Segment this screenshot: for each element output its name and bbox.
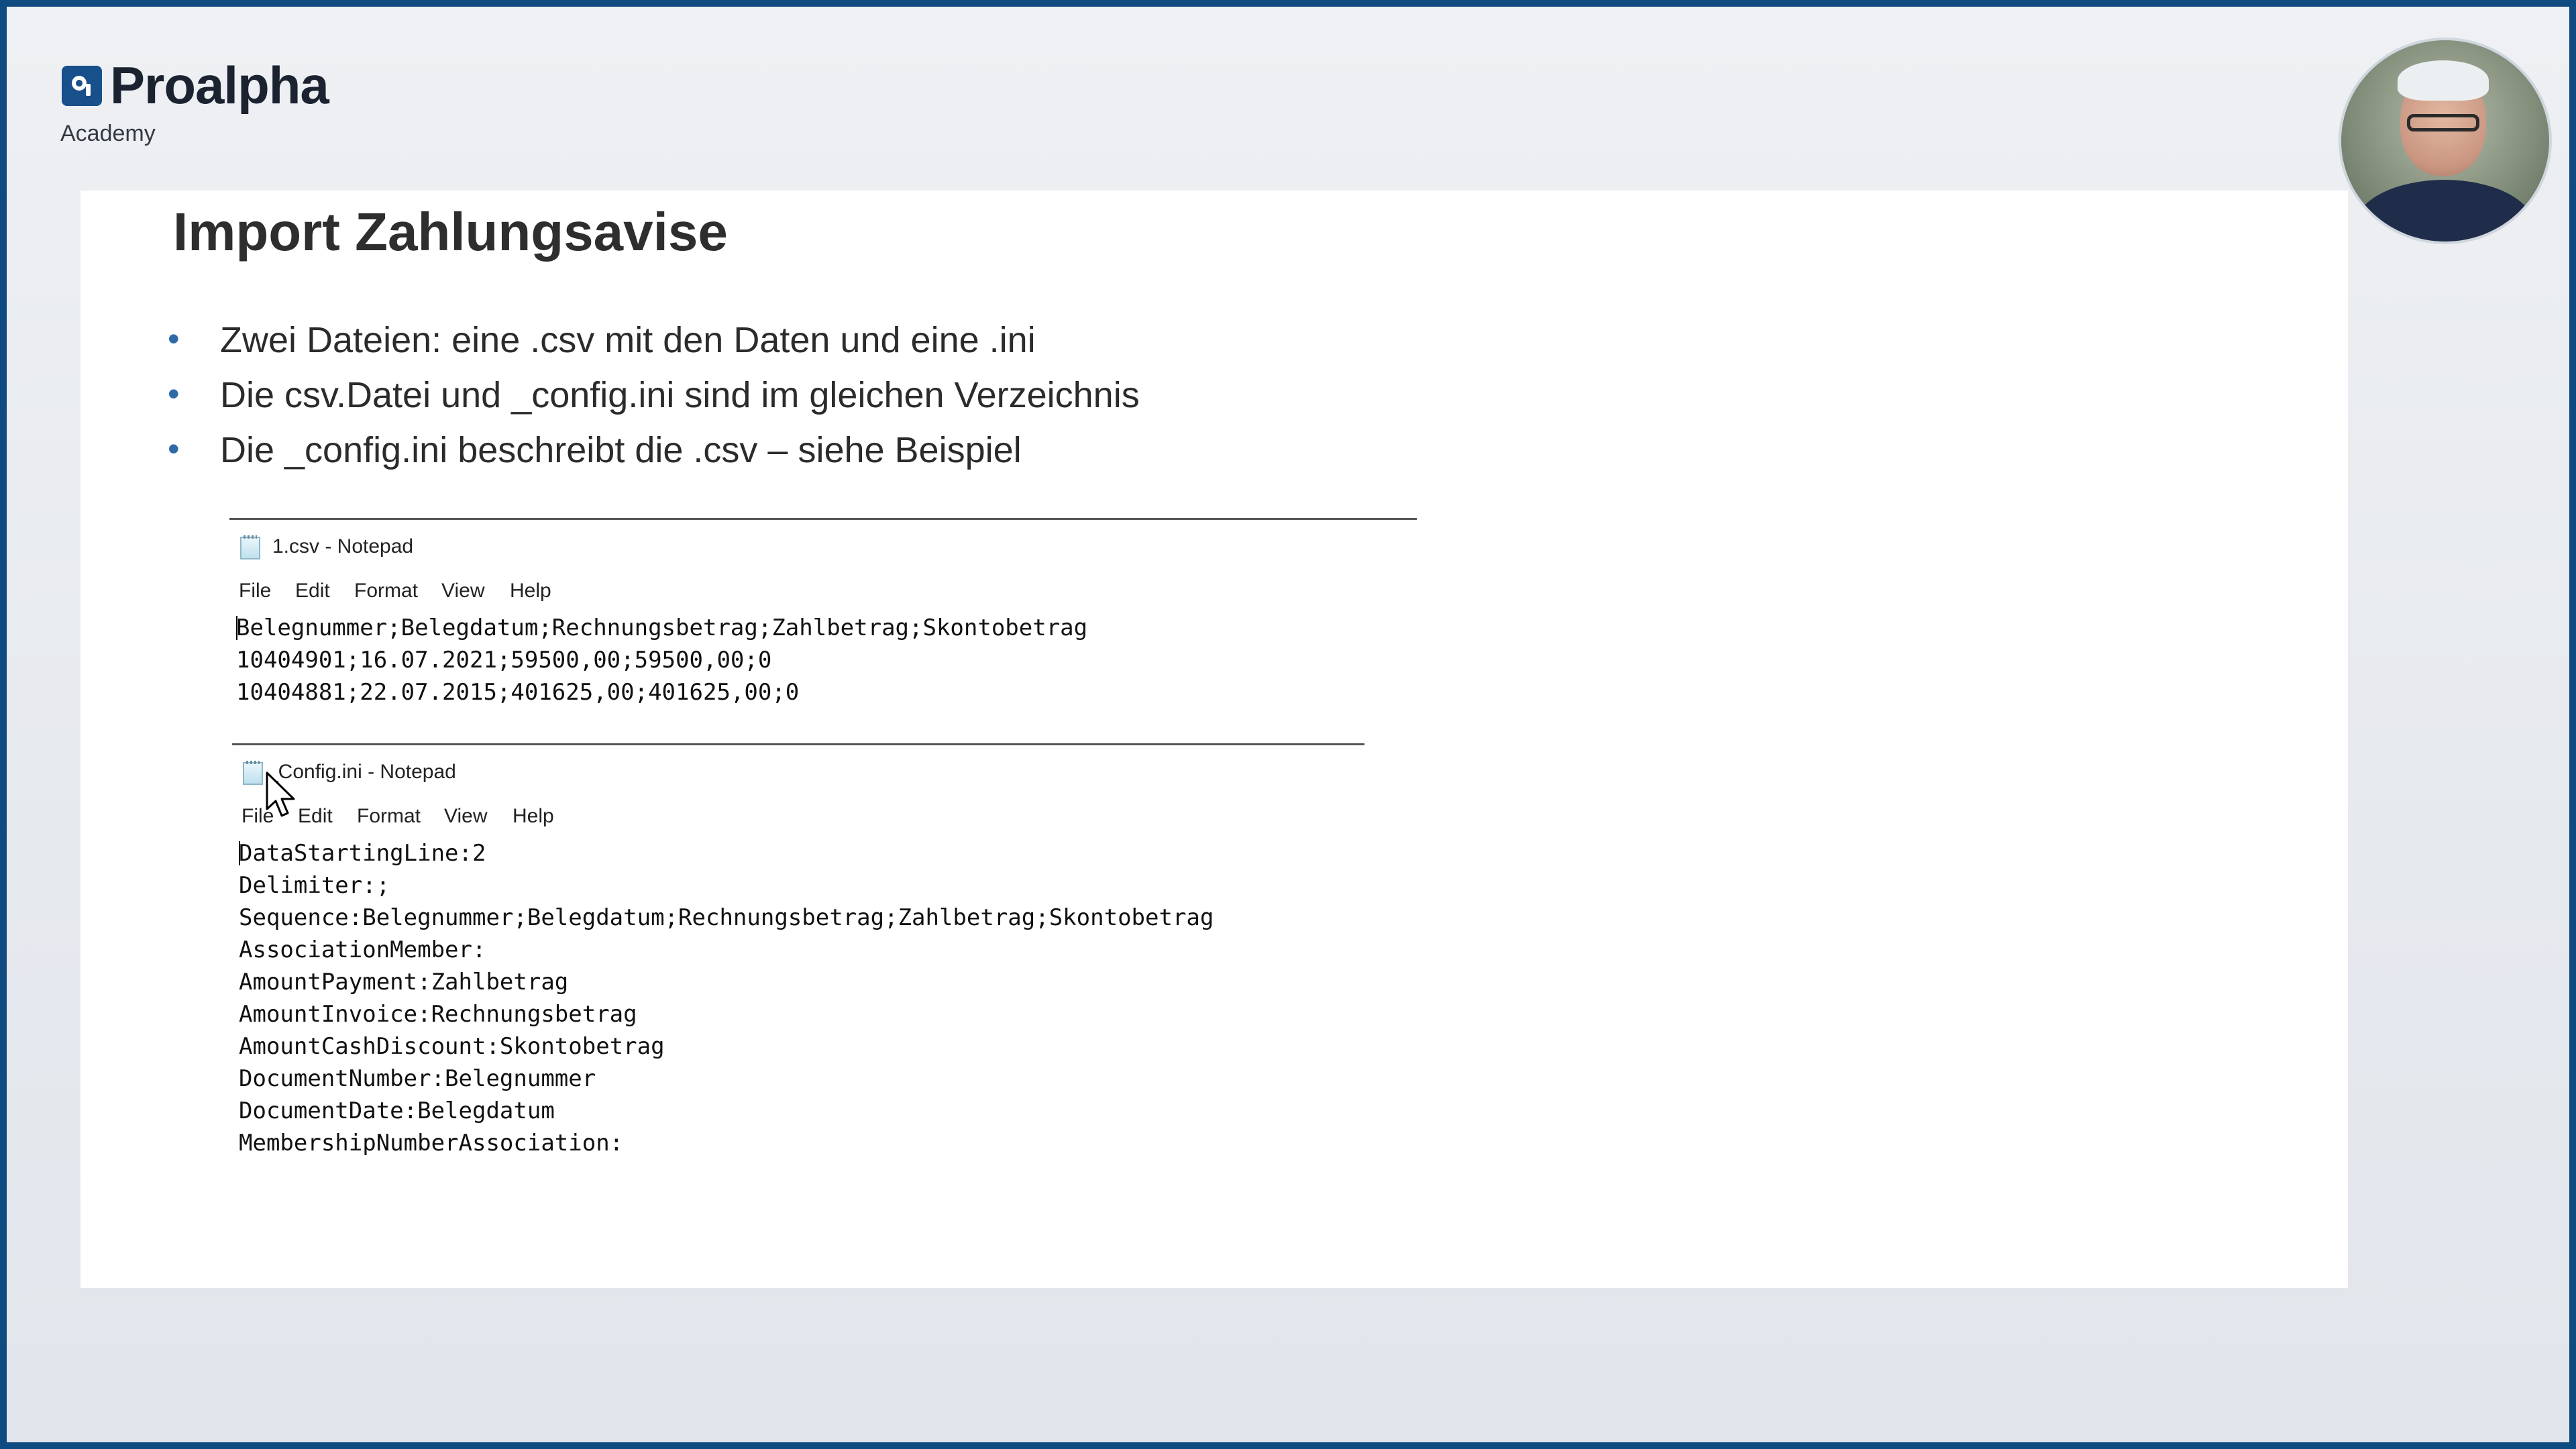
- slide-content: Import Zahlungsavise • Zwei Dateien: ein…: [80, 191, 2348, 1288]
- notepad-icon: [243, 761, 263, 785]
- notepad-text-area[interactable]: Belegnummer;Belegdatum;Rechnungsbetrag;Z…: [236, 612, 1087, 708]
- text-line: 10404901;16.07.2021;59500,00;59500,00;0: [236, 647, 772, 674]
- bullet-text: Die _config.ini beschreibt die .csv – si…: [220, 430, 1022, 470]
- presenter-body: [2355, 180, 2534, 241]
- bullet-text: Die csv.Datei und _config.ini sind im gl…: [220, 375, 1140, 415]
- text-line: AmountPayment:Zahlbetrag: [239, 969, 569, 996]
- text-line: MembershipNumberAssociation:: [239, 1130, 624, 1157]
- proalpha-logo-icon: [62, 66, 102, 106]
- text-caret: [236, 616, 237, 640]
- text-line: DocumentDate:Belegdatum: [239, 1097, 555, 1124]
- notepad-icon: [240, 535, 260, 559]
- menu-file[interactable]: File: [239, 580, 271, 602]
- text-line: 10404881;22.07.2015;401625,00;401625,00;…: [236, 679, 800, 706]
- menu-view[interactable]: View: [441, 580, 484, 602]
- text-line: Delimiter:;: [239, 872, 390, 899]
- text-line: Sequence:Belegnummer;Belegdatum;Rechnung…: [239, 904, 1214, 931]
- menu-view[interactable]: View: [444, 805, 487, 828]
- presentation-screen: Proalpha Academy Import Zahlungsavise • …: [0, 0, 2576, 1449]
- bullet-text: Zwei Dateien: eine .csv mit den Daten un…: [220, 320, 1036, 360]
- notepad-title: 1.csv - Notepad: [272, 535, 414, 557]
- menu-help[interactable]: Help: [510, 580, 551, 602]
- brand-subtitle: Academy: [60, 121, 156, 146]
- mouse-cursor-icon: [266, 771, 295, 817]
- bullet-dot-icon: •: [168, 375, 180, 413]
- text-line: DocumentNumber:Belegnummer: [239, 1065, 596, 1092]
- presenter-hair: [2398, 60, 2489, 101]
- menu-edit[interactable]: Edit: [295, 580, 330, 602]
- brand-name: Proalpha: [110, 56, 329, 115]
- presenter-glasses: [2407, 114, 2479, 131]
- notepad-text-area[interactable]: DataStartingLine:2 Delimiter:; Sequence:…: [239, 837, 1214, 1159]
- separator-line: [229, 518, 1417, 520]
- menu-edit[interactable]: Edit: [298, 805, 333, 828]
- menu-format[interactable]: Format: [354, 580, 418, 602]
- menu-format[interactable]: Format: [357, 805, 421, 828]
- text-line: DataStartingLine:2: [239, 840, 486, 867]
- text-line: AmountCashDiscount:Skontobetrag: [239, 1033, 665, 1060]
- text-caret: [239, 841, 240, 865]
- presenter-webcam: [2339, 38, 2552, 244]
- separator-line: [232, 743, 1364, 745]
- menu-help[interactable]: Help: [513, 805, 554, 828]
- bullet-dot-icon: •: [168, 320, 180, 358]
- text-line: AmountInvoice:Rechnungsbetrag: [239, 1001, 637, 1028]
- text-line: Belegnummer;Belegdatum;Rechnungsbetrag;Z…: [236, 614, 1088, 641]
- text-line: AssociationMember:: [239, 936, 486, 963]
- slide-title: Import Zahlungsavise: [173, 202, 728, 262]
- bullet-dot-icon: •: [168, 430, 180, 468]
